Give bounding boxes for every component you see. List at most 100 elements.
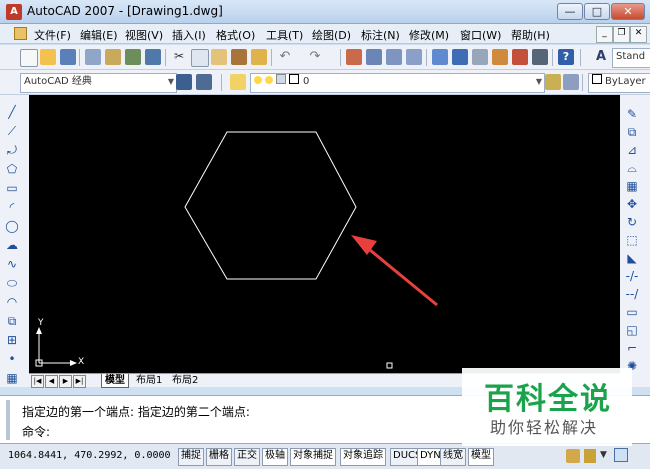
publish-icon[interactable] bbox=[125, 49, 141, 65]
layer-manager-icon[interactable] bbox=[230, 74, 246, 90]
tab-layout1[interactable]: 布局1 bbox=[133, 374, 165, 387]
model-toggle[interactable]: 模型 bbox=[468, 448, 494, 466]
rectangle-icon[interactable]: ▭ bbox=[5, 181, 19, 195]
spline-icon[interactable]: ∿ bbox=[5, 257, 19, 271]
menu-insert[interactable]: 插入(I) bbox=[172, 27, 206, 43]
maximize-button[interactable]: □ bbox=[584, 3, 610, 20]
command-window-grip[interactable] bbox=[6, 400, 10, 440]
layer-dropdown[interactable]: 0 ▼ bbox=[250, 73, 545, 93]
snap-toggle[interactable]: 捕捉 bbox=[178, 448, 204, 466]
menu-modify[interactable]: 修改(M) bbox=[409, 27, 449, 43]
erase-icon[interactable]: ✎ bbox=[625, 107, 639, 121]
zoom-realtime-icon[interactable] bbox=[366, 49, 382, 65]
document-icon[interactable] bbox=[14, 27, 27, 40]
communication-center-icon[interactable] bbox=[584, 449, 596, 463]
construction-line-icon[interactable]: ⟋ bbox=[5, 124, 19, 138]
break-icon[interactable]: ▭ bbox=[625, 305, 639, 319]
tab-model[interactable]: 模型 bbox=[101, 374, 129, 388]
doc-close-button[interactable]: ✕ bbox=[630, 26, 647, 43]
doc-minimize-button[interactable]: _ bbox=[596, 26, 613, 43]
workspace-dropdown[interactable]: AutoCAD 经典 ▼ bbox=[20, 73, 177, 93]
paste-icon[interactable] bbox=[211, 49, 227, 65]
revision-cloud-icon[interactable]: ☁ bbox=[5, 238, 19, 252]
ellipse-icon[interactable]: ⬭ bbox=[5, 276, 19, 290]
last-tab-button[interactable]: ▶| bbox=[73, 375, 86, 388]
arc-icon[interactable]: ◜ bbox=[5, 200, 19, 214]
menu-format[interactable]: 格式(O) bbox=[216, 27, 255, 43]
help-icon[interactable]: ? bbox=[558, 49, 574, 65]
polygon-icon[interactable]: ⬠ bbox=[5, 162, 19, 176]
drawing-canvas[interactable]: Y X bbox=[29, 95, 620, 373]
minimize-button[interactable]: — bbox=[557, 3, 583, 20]
line-icon[interactable]: ╱ bbox=[5, 105, 19, 119]
color-dropdown[interactable]: ByLayer bbox=[588, 73, 650, 93]
3d-dwf-icon[interactable] bbox=[145, 49, 161, 65]
array-icon[interactable]: ▦ bbox=[625, 179, 639, 193]
next-tab-button[interactable]: ▶ bbox=[59, 375, 72, 388]
redo-icon[interactable]: ↷ bbox=[307, 49, 323, 65]
menu-file[interactable]: 文件(F) bbox=[34, 27, 71, 43]
block-editor-icon[interactable] bbox=[251, 49, 267, 65]
cut-icon[interactable]: ✂ bbox=[171, 49, 187, 65]
trim-icon[interactable]: -/- bbox=[625, 269, 639, 283]
first-tab-button[interactable]: |◀ bbox=[31, 375, 44, 388]
status-menu-icon[interactable]: ▼ bbox=[600, 450, 607, 460]
copy-icon[interactable] bbox=[191, 49, 209, 67]
lock-icon[interactable] bbox=[566, 449, 580, 463]
circle-icon[interactable]: ◯ bbox=[5, 219, 19, 233]
quickcalc-icon[interactable] bbox=[532, 49, 548, 65]
lineweight-toggle[interactable]: 线宽 bbox=[440, 448, 466, 466]
menu-window[interactable]: 窗口(W) bbox=[460, 27, 501, 43]
command-prompt[interactable]: 命令: bbox=[22, 423, 50, 440]
extend-icon[interactable]: --/ bbox=[625, 287, 639, 301]
workspace-save-icon[interactable] bbox=[196, 74, 212, 90]
mirror-icon[interactable]: ⊿ bbox=[625, 143, 639, 157]
prev-tab-button[interactable]: ◀ bbox=[45, 375, 58, 388]
move-icon[interactable]: ✥ bbox=[625, 197, 639, 211]
menu-dimension[interactable]: 标注(N) bbox=[361, 27, 400, 43]
menu-help[interactable]: 帮助(H) bbox=[511, 27, 550, 43]
doc-restore-button[interactable]: ❐ bbox=[613, 26, 630, 43]
polyline-icon[interactable]: ⤾ bbox=[5, 143, 19, 157]
print-preview-icon[interactable] bbox=[105, 49, 121, 65]
polar-toggle[interactable]: 极轴 bbox=[262, 448, 288, 466]
make-layer-current-icon[interactable] bbox=[545, 74, 561, 90]
close-button[interactable]: ✕ bbox=[611, 3, 645, 20]
scale-icon[interactable]: ⬚ bbox=[625, 233, 639, 247]
make-block-icon[interactable]: ⊞ bbox=[5, 333, 19, 347]
menu-draw[interactable]: 绘图(D) bbox=[312, 27, 351, 43]
sheet-set-icon[interactable] bbox=[492, 49, 508, 65]
workspace-settings-icon[interactable] bbox=[176, 74, 192, 90]
zoom-window-icon[interactable] bbox=[386, 49, 402, 65]
zoom-previous-icon[interactable] bbox=[406, 49, 422, 65]
autocad-app-icon[interactable]: A bbox=[6, 4, 22, 20]
text-style-icon[interactable]: A bbox=[593, 49, 609, 65]
rotate-icon[interactable]: ↻ bbox=[625, 215, 639, 229]
coordinates-readout[interactable]: 1064.8441, 470.2992, 0.0000 bbox=[8, 450, 171, 461]
fillet-icon[interactable]: ⌐ bbox=[625, 341, 639, 355]
menu-tools[interactable]: 工具(T) bbox=[266, 27, 303, 43]
design-center-icon[interactable] bbox=[452, 49, 468, 65]
pan-realtime-icon[interactable] bbox=[346, 49, 362, 65]
chamfer-icon[interactable]: ◱ bbox=[625, 323, 639, 337]
clean-screen-icon[interactable] bbox=[614, 448, 628, 462]
undo-icon[interactable]: ↶ bbox=[277, 49, 293, 65]
ortho-toggle[interactable]: 正交 bbox=[234, 448, 260, 466]
menu-edit[interactable]: 编辑(E) bbox=[80, 27, 118, 43]
insert-block-icon[interactable]: ⧉ bbox=[5, 314, 19, 328]
layer-previous-icon[interactable] bbox=[563, 74, 579, 90]
new-file-icon[interactable] bbox=[20, 49, 38, 67]
print-icon[interactable] bbox=[85, 49, 101, 65]
tab-layout2[interactable]: 布局2 bbox=[169, 374, 201, 387]
tool-palettes-icon[interactable] bbox=[472, 49, 488, 65]
otrack-toggle[interactable]: 对象追踪 bbox=[340, 448, 386, 466]
copy-object-icon[interactable]: ⧉ bbox=[625, 125, 639, 139]
hexagon-shape[interactable] bbox=[184, 131, 357, 280]
ellipse-arc-icon[interactable]: ◠ bbox=[5, 295, 19, 309]
markup-set-icon[interactable] bbox=[512, 49, 528, 65]
properties-icon[interactable] bbox=[432, 49, 448, 65]
osnap-toggle[interactable]: 对象捕捉 bbox=[290, 448, 336, 466]
save-icon[interactable] bbox=[60, 49, 76, 65]
stretch-icon[interactable]: ◣ bbox=[625, 251, 639, 265]
grid-toggle[interactable]: 栅格 bbox=[206, 448, 232, 466]
